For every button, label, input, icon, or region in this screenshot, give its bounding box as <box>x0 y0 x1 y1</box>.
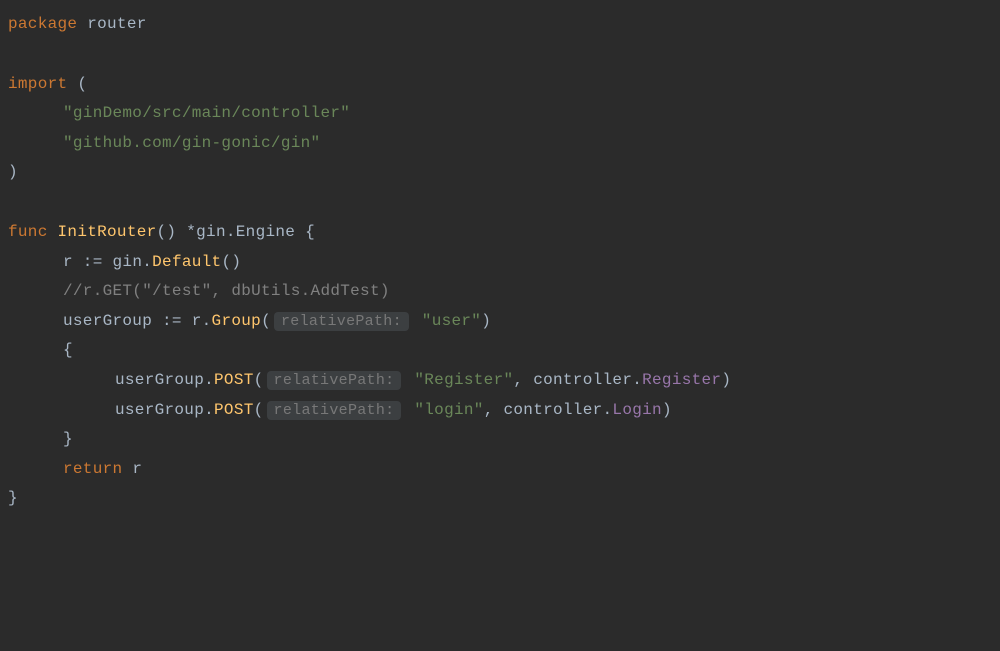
brace: { <box>295 223 315 241</box>
package-ref: controller <box>504 401 603 419</box>
var-usergroup: userGroup <box>63 312 152 330</box>
code-line: r := gin.Default() <box>5 248 995 278</box>
paren-open: ( <box>254 401 264 419</box>
paren-open: ( <box>254 371 264 389</box>
import-path: "ginDemo/src/main/controller" <box>63 104 350 122</box>
import-path: "github.com/gin-gonic/gin" <box>63 134 320 152</box>
member-name: Register <box>642 371 721 389</box>
paren-close: ) <box>481 312 491 330</box>
code-line: userGroup := r.Group(relativePath: "user… <box>5 307 995 337</box>
method-name: POST <box>214 371 254 389</box>
parens: () <box>221 253 241 271</box>
dot: . <box>142 253 152 271</box>
string-literal: "Register" <box>414 371 513 389</box>
code-line: "github.com/gin-gonic/gin" <box>5 129 995 159</box>
dot: . <box>632 371 642 389</box>
code-line: } <box>5 484 995 514</box>
brace-open: { <box>63 341 73 359</box>
code-line: "ginDemo/src/main/controller" <box>5 99 995 129</box>
type-name: Engine <box>236 223 295 241</box>
code-line: { <box>5 336 995 366</box>
code-line: func InitRouter() *gin.Engine { <box>5 218 995 248</box>
assign-op: := <box>73 253 113 271</box>
parameter-hint: relativePath: <box>274 312 409 331</box>
var-usergroup: userGroup <box>115 371 204 389</box>
method-name: POST <box>214 401 254 419</box>
var-r: r <box>132 460 142 478</box>
code-line: ) <box>5 158 995 188</box>
code-editor[interactable]: package router import ( "ginDemo/src/mai… <box>5 10 995 514</box>
blank-line <box>5 40 995 70</box>
dot: . <box>603 401 613 419</box>
code-line: } <box>5 425 995 455</box>
code-line: userGroup.POST(relativePath: "login", co… <box>5 396 995 426</box>
string-literal: "user" <box>422 312 481 330</box>
var-r: r <box>63 253 73 271</box>
comma: , <box>484 401 504 419</box>
method-name: Group <box>212 312 262 330</box>
package-ref: gin <box>196 223 226 241</box>
keyword-package: package <box>8 15 77 33</box>
keyword-import: import <box>8 75 67 93</box>
paren-open: ( <box>261 312 271 330</box>
dot: . <box>226 223 236 241</box>
blank-line <box>5 188 995 218</box>
parameter-hint: relativePath: <box>267 371 402 390</box>
paren-close: ) <box>721 371 731 389</box>
dot: . <box>204 401 214 419</box>
package-ref: gin <box>113 253 143 271</box>
brace-close: } <box>8 489 18 507</box>
package-ref: controller <box>533 371 632 389</box>
assign-op: := <box>152 312 192 330</box>
code-line: userGroup.POST(relativePath: "Register",… <box>5 366 995 396</box>
member-name: Login <box>612 401 662 419</box>
function-name: InitRouter <box>58 223 157 241</box>
code-line: import ( <box>5 70 995 100</box>
brace-close: } <box>63 430 73 448</box>
dot: . <box>204 371 214 389</box>
comment: //r.GET("/test", dbUtils.AddTest) <box>63 282 390 300</box>
signature: () * <box>157 223 197 241</box>
paren-close: ) <box>8 163 18 181</box>
comma: , <box>513 371 533 389</box>
paren-open: ( <box>67 75 87 93</box>
paren-close: ) <box>662 401 672 419</box>
var-usergroup: userGroup <box>115 401 204 419</box>
dot: . <box>202 312 212 330</box>
var-r: r <box>192 312 202 330</box>
code-line: //r.GET("/test", dbUtils.AddTest) <box>5 277 995 307</box>
keyword-func: func <box>8 223 58 241</box>
parameter-hint: relativePath: <box>267 401 402 420</box>
package-name: router <box>87 15 146 33</box>
keyword-return: return <box>63 460 132 478</box>
method-name: Default <box>152 253 221 271</box>
code-line: package router <box>5 10 995 40</box>
code-line: return r <box>5 455 995 485</box>
string-literal: "login" <box>414 401 483 419</box>
